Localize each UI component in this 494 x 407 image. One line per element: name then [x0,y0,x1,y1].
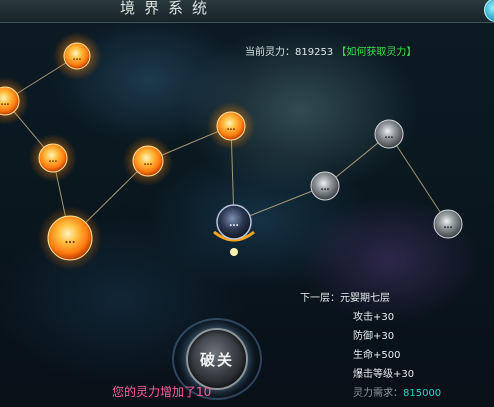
realm-node[interactable]: … [38,206,102,270]
node-label: … [65,233,76,246]
node-label: … [385,131,394,141]
realm-node-locked[interactable]: … [433,209,463,239]
realm-node-locked[interactable]: … [374,119,404,149]
node-label: … [321,183,330,193]
node-label: … [229,218,239,229]
realm-node[interactable]: … [53,32,101,80]
stat-health: 生命+500 [353,350,401,361]
next-level-label: 下一层：元婴期七层 [300,293,390,304]
path-line [388,133,449,225]
break-through-button[interactable]: 破关 [186,328,248,390]
node-label: … [144,158,153,168]
realm-node[interactable]: … [207,102,255,150]
realm-node[interactable]: … [0,77,29,125]
node-label: … [1,98,10,108]
stat-crit: 爆击等级+30 [353,369,415,380]
power-requirement: 灵力需求：815000 [300,384,441,403]
requirement-value: 815000 [403,388,442,399]
system-message: 您的灵力增加了10 [112,385,212,399]
requirement-label: 灵力需求： [353,388,403,399]
node-label: … [49,155,58,165]
realm-node[interactable]: … [29,134,77,182]
realm-node-locked[interactable]: … [310,171,340,201]
stat-defense: 防御+30 [353,331,395,342]
realm-node[interactable]: … [123,136,173,186]
next-level-info: 下一层：元婴期七层 攻击+30 防御+30 生命+500 爆击等级+30 灵力需… [300,289,441,403]
node-label: … [73,53,82,63]
node-label: … [227,123,236,133]
realm-node-current[interactable]: … [213,204,255,256]
game-window: 境界系统 当前灵力：819253 【如何获取灵力】 … … … … … … … … [0,0,494,407]
stat-attack: 攻击+30 [353,312,395,323]
node-label: … [444,221,453,231]
